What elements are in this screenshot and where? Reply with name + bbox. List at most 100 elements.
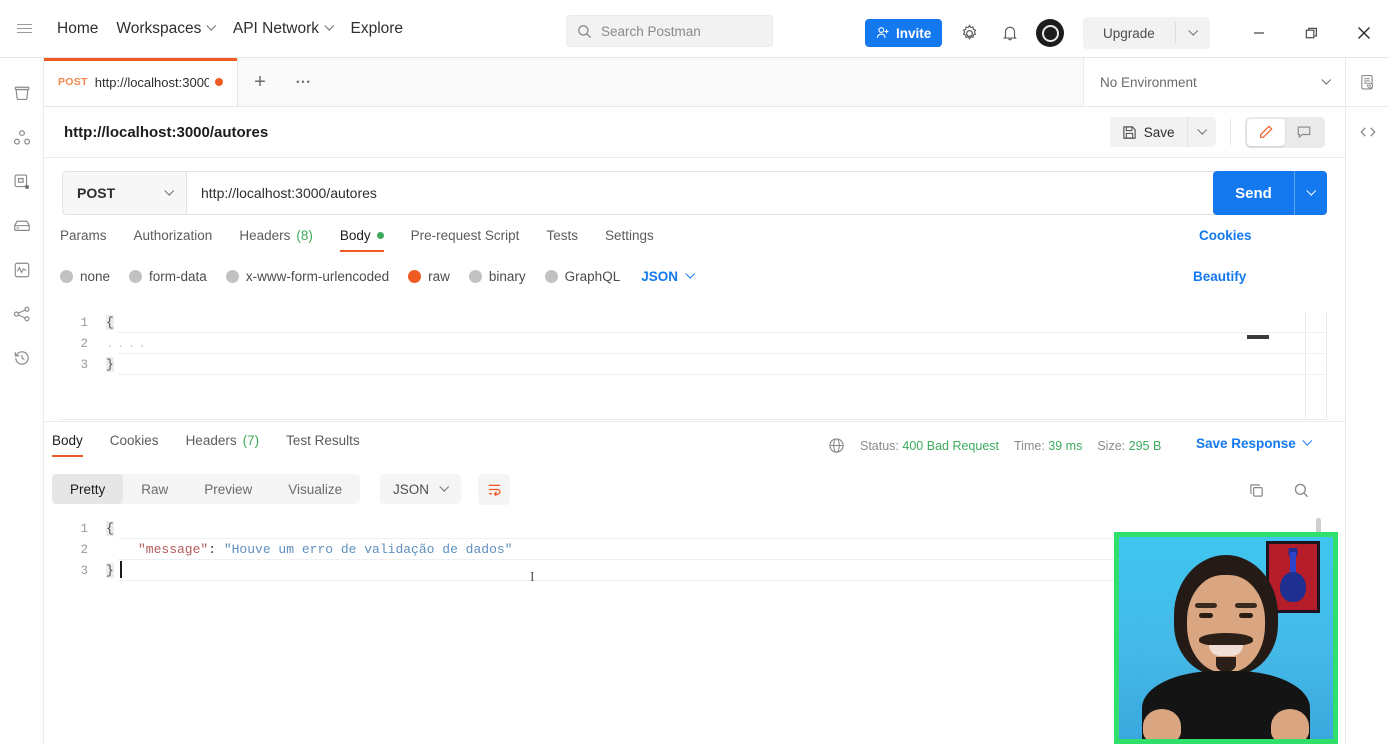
tab-pre-request-script[interactable]: Pre-request Script (411, 228, 520, 252)
response-format-selector[interactable]: JSON (380, 474, 461, 504)
new-tab-button[interactable]: + (238, 58, 282, 106)
sidebar-item-environments[interactable] (2, 160, 42, 204)
environment-selector[interactable]: No Environment (1083, 58, 1345, 107)
apis-icon (13, 130, 30, 145)
upgrade-dropdown-button[interactable] (1176, 25, 1211, 37)
sidebar-item-apis[interactable] (2, 116, 42, 160)
tab-body-label: Body (339, 228, 371, 243)
save-dropdown-button[interactable] (1188, 117, 1217, 147)
nav-home[interactable]: Home (48, 12, 107, 46)
tab-params-label: Params (60, 228, 107, 243)
nav-api-network[interactable]: API Network (224, 12, 342, 46)
avatar[interactable] (1036, 19, 1064, 47)
postman-app-window: Home Workspaces API Network Explore Sear… (0, 0, 1389, 744)
save-button[interactable]: Save (1110, 117, 1187, 147)
code-snippet-button[interactable] (1346, 107, 1389, 156)
status-badge: 400 Bad Request (902, 438, 1000, 453)
code-text: { (106, 315, 114, 330)
view-mode-raw[interactable]: Raw (123, 474, 186, 504)
copy-icon (1249, 483, 1263, 497)
beautify-link[interactable]: Beautify (1193, 269, 1246, 284)
close-icon (1358, 27, 1370, 39)
line-number: 3 (80, 563, 88, 578)
send-button[interactable]: Send (1213, 171, 1327, 215)
code-text: } (106, 357, 114, 372)
tab-settings[interactable]: Settings (605, 228, 654, 252)
body-type-x-www-form-urlencoded-label: x-www-form-urlencoded (245, 269, 390, 284)
http-method-selector[interactable]: POST (62, 171, 186, 215)
sidebar-item-monitors[interactable] (2, 248, 42, 292)
body-type-graphql[interactable]: GraphQL (544, 269, 620, 284)
pencil-icon (1260, 125, 1273, 138)
radio-icon (225, 270, 239, 283)
tab-headers[interactable]: Headers (8) (239, 228, 313, 252)
wrap-lines-button[interactable] (478, 474, 510, 505)
comment-mode-button[interactable] (1285, 119, 1323, 146)
body-type-raw[interactable]: raw (408, 269, 450, 284)
body-type-binary[interactable]: binary (468, 269, 526, 284)
code-line: 1 { (60, 312, 1326, 333)
save-icon (1123, 125, 1136, 139)
sidebar-item-flows[interactable] (2, 292, 42, 336)
chevron-down-icon (1188, 25, 1198, 35)
sidebar-item-history[interactable] (2, 336, 42, 380)
search-input[interactable]: Search Postman (566, 15, 773, 47)
settings-button[interactable] (954, 19, 984, 47)
code-text: .... (106, 336, 150, 351)
url-input[interactable]: http://localhost:3000/autores (186, 171, 1327, 215)
tab-tests[interactable]: Tests (546, 228, 578, 252)
window-close-button[interactable] (1349, 18, 1379, 48)
save-response-button[interactable]: Save Response (1196, 436, 1312, 451)
tab-authorization[interactable]: Authorization (134, 228, 213, 252)
request-tabs: Params Authorization Headers (8) Body Pr… (60, 228, 1330, 260)
response-tab-headers[interactable]: Headers (7) (186, 433, 260, 457)
view-mode-pretty[interactable]: Pretty (52, 474, 124, 504)
save-response-label: Save Response (1196, 436, 1296, 451)
nav-explore-label: Explore (350, 19, 404, 37)
upgrade-button[interactable]: Upgrade (1083, 26, 1175, 41)
hamburger-menu-icon[interactable] (0, 21, 48, 35)
radio-icon (468, 270, 482, 283)
nav-workspaces[interactable]: Workspaces (107, 12, 224, 46)
response-tab-test-results[interactable]: Test Results (286, 433, 360, 457)
edit-mode-button[interactable] (1247, 118, 1285, 146)
json-key: "message" (138, 542, 209, 557)
window-minimize-button[interactable] (1244, 18, 1274, 48)
invite-button[interactable]: Invite (865, 19, 943, 47)
hand-right (1271, 709, 1309, 739)
radio-icon (129, 270, 143, 283)
body-type-none[interactable]: none (60, 269, 110, 284)
flows-icon (13, 306, 29, 322)
body-format-selector[interactable]: JSON (641, 269, 695, 284)
chevron-down-icon (207, 21, 217, 31)
send-dropdown-button[interactable] (1295, 185, 1327, 197)
search-response-button[interactable] (1286, 476, 1316, 504)
tab-more-options-button[interactable]: ••• (282, 58, 326, 106)
view-mode-preview[interactable]: Preview (186, 474, 270, 504)
response-tab-headers-count: (7) (242, 433, 260, 448)
chevron-down-icon (1197, 124, 1207, 134)
body-type-x-www-form-urlencoded[interactable]: x-www-form-urlencoded (225, 269, 390, 284)
sidebar-item-collections[interactable] (2, 72, 42, 116)
view-mode-visualize[interactable]: Visualize (270, 474, 360, 504)
eye-left (1199, 613, 1213, 618)
person-add-icon (876, 27, 889, 38)
nav-explore[interactable]: Explore (342, 12, 413, 46)
window-maximize-button[interactable] (1296, 18, 1326, 48)
notifications-button[interactable] (995, 19, 1025, 47)
cookies-link[interactable]: Cookies (1199, 228, 1252, 243)
response-tab-body[interactable]: Body (52, 433, 83, 457)
radio-icon (544, 270, 558, 283)
body-type-form-data[interactable]: form-data (129, 269, 207, 284)
tab-body[interactable]: Body (339, 228, 384, 252)
response-meta: Status: 400 Bad Request Time: 39 ms Size… (828, 437, 1161, 454)
response-tab-cookies[interactable]: Cookies (110, 433, 159, 457)
request-editor-scrollbar[interactable] (1247, 335, 1269, 339)
http-method-value: POST (77, 185, 116, 201)
sidebar-item-mock-servers[interactable] (2, 204, 42, 248)
request-tab[interactable]: POST http://localhost:3000/ (44, 58, 238, 106)
tab-params[interactable]: Params (60, 228, 107, 252)
copy-response-button[interactable] (1241, 476, 1271, 504)
documentation-button[interactable] (1345, 58, 1389, 107)
request-body-editor[interactable]: 1 { 2 .... 3 } (60, 312, 1327, 420)
